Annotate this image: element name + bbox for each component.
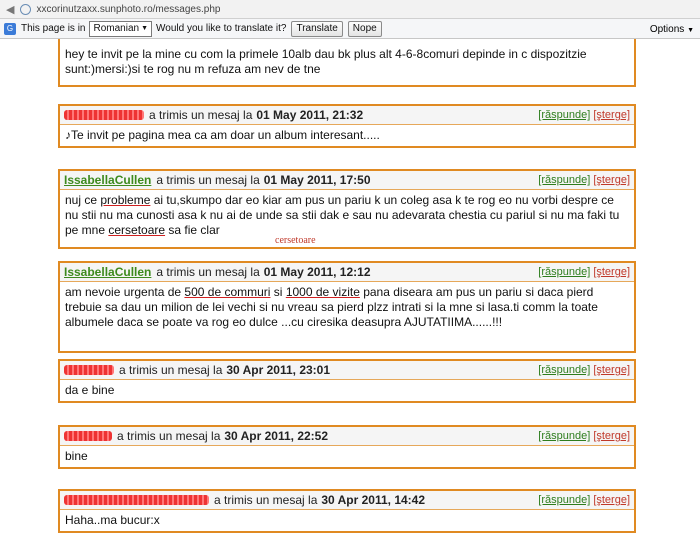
delete-link[interactable]: [şterge] — [593, 174, 630, 186]
address-bar[interactable]: ◀ xxcorinutzaxx.sunphoto.ro/messages.php — [0, 0, 700, 19]
message-header: IssabellaCullen a trimis un mesaj la 01 … — [60, 263, 634, 282]
body-text: si — [270, 285, 286, 299]
action-text: a trimis un mesaj la — [149, 108, 253, 122]
reply-link[interactable]: [răspunde] — [538, 364, 590, 376]
chevron-down-icon: ▼ — [687, 27, 694, 34]
message-body: bine — [65, 449, 88, 463]
message-actions: [răspunde] [şterge] — [538, 494, 630, 506]
reply-link[interactable]: [răspunde] — [538, 109, 590, 121]
message-header: a trimis un mesaj la 30 Apr 2011, 23:01 … — [60, 361, 634, 380]
translate-question: Would you like to translate it? — [156, 23, 287, 34]
language-value: Romanian — [93, 22, 140, 34]
message-body: ♪Te invit pe pagina mea ca am doar un al… — [65, 128, 380, 142]
message-actions: [răspunde] [şterge] — [538, 364, 630, 376]
action-text: a trimis un mesaj la — [156, 173, 260, 187]
globe-icon — [20, 3, 32, 15]
message-card: IssabellaCullen a trimis un mesaj la 01 … — [58, 169, 636, 249]
reply-link[interactable]: [răspunde] — [538, 494, 590, 506]
message-card: a trimis un mesaj la 01 May 2011, 21:32 … — [58, 104, 636, 148]
reply-link[interactable]: [răspunde] — [538, 174, 590, 186]
message-actions: [răspunde] [şterge] — [538, 266, 630, 278]
body-text-underlined: cersetoare — [108, 223, 166, 237]
message-card: a trimis un mesaj la 30 Apr 2011, 14:42 … — [58, 489, 636, 533]
options-menu[interactable]: Options ▼ — [650, 24, 694, 35]
redacted-username — [64, 495, 209, 505]
redacted-username — [64, 110, 144, 120]
nope-button[interactable]: Nope — [347, 20, 382, 37]
action-text: a trimis un mesaj la — [117, 429, 221, 443]
handwritten-annotation: cersetoare — [275, 235, 316, 246]
message-header: a trimis un mesaj la 30 Apr 2011, 22:52 … — [60, 427, 634, 446]
message-date: 30 Apr 2011, 23:01 — [226, 363, 331, 377]
body-text-underlined: 500 de commuri — [184, 285, 271, 299]
translate-button[interactable]: Translate — [291, 20, 343, 37]
body-text-underlined: probleme — [100, 193, 151, 207]
back-arrow-icon[interactable]: ◀ — [6, 3, 14, 16]
message-date: 01 May 2011, 17:50 — [263, 173, 371, 187]
delete-link[interactable]: [şterge] — [593, 494, 630, 506]
message-body: da e bine — [65, 383, 115, 397]
message-actions: [răspunde] [şterge] — [538, 109, 630, 121]
messages-list: hey te invit pe la mine cu com la primel… — [0, 39, 700, 542]
options-label: Options — [649, 24, 685, 35]
body-text-underlined: 1000 de vizite — [285, 285, 360, 299]
message-body: hey te invit pe la mine cu com la primel… — [65, 47, 587, 76]
delete-link[interactable]: [şterge] — [593, 109, 630, 121]
message-header: IssabellaCullen a trimis un mesaj la 01 … — [60, 171, 634, 190]
message-body: Haha..ma bucur:x — [65, 513, 160, 527]
redacted-username — [64, 365, 114, 375]
action-text: a trimis un mesaj la — [156, 265, 260, 279]
url-text[interactable]: xxcorinutzaxx.sunphoto.ro/messages.php — [36, 4, 220, 15]
message-body: nuj ce probleme ai tu,skumpo dar eo kiar… — [60, 190, 634, 241]
action-text: a trimis un mesaj la — [119, 363, 223, 377]
reply-link[interactable]: [răspunde] — [538, 266, 590, 278]
translate-bar: G This page is in Romanian ▼ Would you l… — [0, 19, 700, 39]
username-link[interactable]: IssabellaCullen — [64, 173, 151, 187]
action-text: a trimis un mesaj la — [214, 493, 318, 507]
translate-prefix: This page is in — [21, 23, 86, 34]
message-date: 01 May 2011, 21:32 — [256, 108, 364, 122]
chevron-down-icon: ▼ — [141, 24, 149, 32]
message-actions: [răspunde] [şterge] — [538, 430, 630, 442]
body-text: nuj ce — [65, 193, 101, 207]
redacted-username — [64, 431, 112, 441]
message-card: a trimis un mesaj la 30 Apr 2011, 22:52 … — [58, 425, 636, 469]
translate-icon: G — [4, 22, 16, 35]
body-text: am nevoie urgenta de — [65, 285, 185, 299]
message-date: 01 May 2011, 12:12 — [263, 265, 371, 279]
message-date: 30 Apr 2011, 22:52 — [224, 429, 329, 443]
message-date: 30 Apr 2011, 14:42 — [321, 493, 426, 507]
message-header: a trimis un mesaj la 01 May 2011, 21:32 … — [60, 106, 634, 125]
reply-link[interactable]: [răspunde] — [538, 430, 590, 442]
message-card: hey te invit pe la mine cu com la primel… — [58, 39, 636, 87]
message-header: a trimis un mesaj la 30 Apr 2011, 14:42 … — [60, 491, 634, 510]
delete-link[interactable]: [şterge] — [593, 430, 630, 442]
username-link[interactable]: IssabellaCullen — [64, 265, 151, 279]
delete-link[interactable]: [şterge] — [593, 266, 630, 278]
message-card: IssabellaCullen a trimis un mesaj la 01 … — [58, 261, 636, 353]
message-card: a trimis un mesaj la 30 Apr 2011, 23:01 … — [58, 359, 636, 403]
language-select[interactable]: Romanian ▼ — [89, 20, 153, 37]
delete-link[interactable]: [şterge] — [593, 364, 630, 376]
body-text: sa fie clar — [165, 223, 220, 237]
message-actions: [răspunde] [şterge] — [538, 174, 630, 186]
message-body: am nevoie urgenta de 500 de commuri si 1… — [60, 282, 634, 333]
